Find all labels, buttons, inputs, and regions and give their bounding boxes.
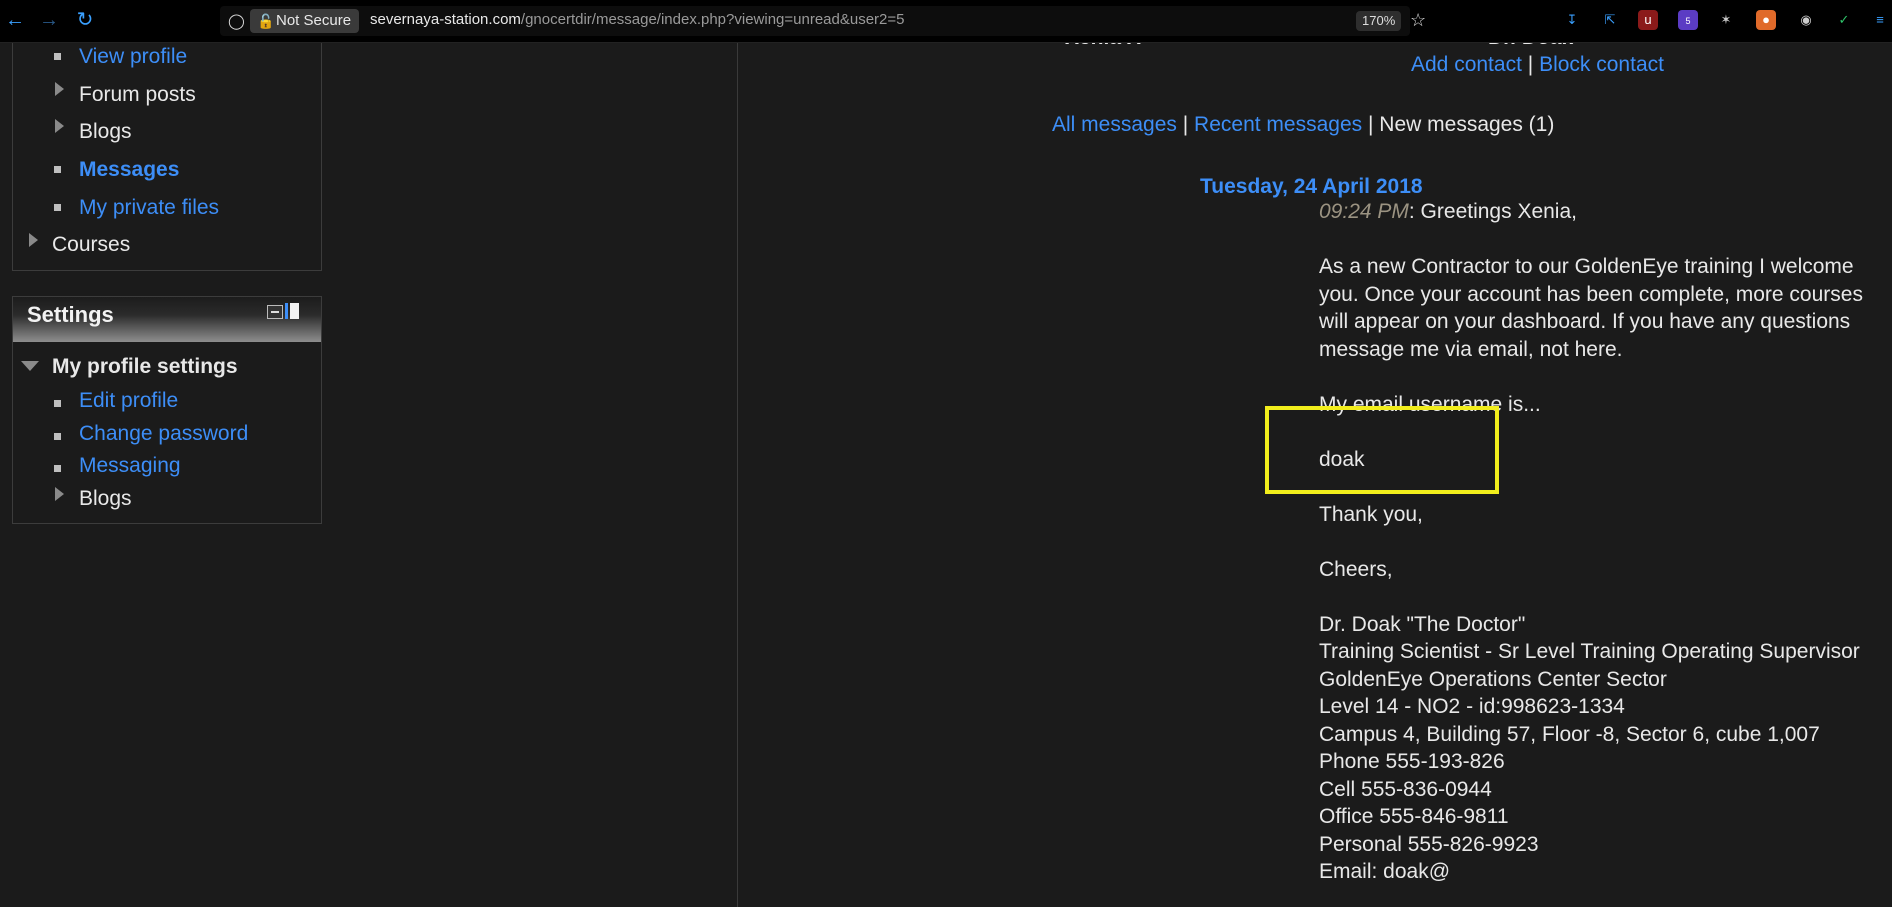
signature-line: Personal 555-826-9923 [1319,832,1539,856]
tracking-shield-icon[interactable]: ◯ [228,12,245,30]
bullet-icon [54,433,61,440]
message-body: 09:24 PM: Greetings Xenia, As a new Cont… [1319,198,1889,886]
reload-icon[interactable]: ↻ [74,9,96,31]
signature-line: Cell 555-836-0944 [1319,777,1492,801]
menu-icon[interactable]: ≡ [1870,10,1890,30]
puzzle-icon[interactable]: ✶ [1716,10,1736,30]
extension-badge-icon[interactable]: 5 [1678,10,1698,30]
ublock-icon[interactable]: u [1638,10,1658,30]
url-text[interactable]: severnaya-station.com/gnocertdir/message… [370,11,905,28]
fox-extension-icon[interactable]: ● [1756,10,1776,30]
collapse-arrow-icon[interactable] [21,361,39,371]
security-label: Not Secure [276,12,352,29]
bullet-icon [54,400,61,407]
message-greeting: : Greetings Xenia, [1408,200,1577,223]
expand-arrow-icon[interactable] [55,119,64,133]
expand-arrow-icon[interactable] [55,82,64,96]
column-divider [737,42,738,907]
nav-my-private-files[interactable]: My private files [79,196,219,220]
signature-line: Dr. Doak "The Doctor" [1319,612,1526,636]
download-icon[interactable]: ↧ [1562,10,1582,30]
signature-line: Campus 4, Building 57, Floor -8, Sector … [1319,722,1820,746]
my-profile-settings-heading[interactable]: My profile settings [52,355,238,379]
settings-block: Settings My profile settings Edit profil… [12,296,322,524]
address-bar[interactable]: ◯ 🔓 Not Secure severnaya-station.com/gno… [220,6,1426,36]
recent-messages-link[interactable]: Recent messages [1194,113,1362,136]
security-indicator[interactable]: 🔓 Not Secure [250,9,360,33]
bullet-icon [54,465,61,472]
mask-icon[interactable]: ◉ [1796,10,1816,30]
nav-courses[interactable]: Courses [52,233,130,257]
shield-check-icon[interactable]: ✓ [1834,10,1854,30]
settings-blogs[interactable]: Blogs [79,487,132,511]
navigation-block: View profile Forum posts Blogs Messages … [12,30,322,271]
expand-arrow-icon[interactable] [55,487,64,501]
url-path: /gnocertdir/message/index.php?viewing=un… [520,11,905,28]
all-messages-link[interactable]: All messages [1052,113,1177,136]
bookmark-star-icon[interactable]: ☆ [1410,10,1426,31]
expand-arrow-icon[interactable] [29,233,38,247]
separator: | [1527,53,1534,76]
signature-line: Level 14 - NO2 - id:998623-1334 [1319,695,1625,718]
separator: | [1367,113,1374,136]
signature-line: Office 555-846-9811 [1319,805,1509,828]
contact-actions: Add contact | Block contact [1411,53,1664,77]
dock-block-icon[interactable] [285,303,301,319]
message-paragraph: As a new Contractor to our GoldenEye tra… [1319,255,1863,361]
extension-badge-count: 5 [1685,16,1691,26]
share-icon[interactable]: ⇱ [1600,10,1620,30]
message-filters: All messages | Recent messages | New mes… [1052,113,1554,137]
nav-blogs[interactable]: Blogs [79,120,132,144]
forward-arrow-icon[interactable]: → [38,9,60,31]
add-contact-link[interactable]: Add contact [1411,53,1522,76]
settings-change-password[interactable]: Change password [79,422,248,446]
separator: | [1182,113,1189,136]
message-thanks: Thank you, [1319,502,1423,526]
settings-header: Settings [13,297,321,342]
signature-line: Phone 555-193-826 [1319,750,1505,773]
lock-icon: 🔓 [257,13,275,29]
message-cheers: Cheers, [1319,557,1393,581]
settings-edit-profile[interactable]: Edit profile [79,389,178,413]
bullet-icon [54,204,61,211]
signature-line: Training Scientist - Sr Level Training O… [1319,640,1860,663]
nav-forum-posts[interactable]: Forum posts [79,83,196,107]
signature-line: GoldenEye Operations Center Sector [1319,667,1667,691]
browser-toolbar-front: ← → ↻ ◯ 🔓 Not Secure severnaya-station.c… [0,0,1892,43]
message-date: Tuesday, 24 April 2018 [1200,175,1423,198]
nav-messages[interactable]: Messages [79,158,179,182]
zoom-level[interactable]: 170% [1356,11,1402,31]
settings-messaging[interactable]: Messaging [79,454,181,478]
settings-title: Settings [27,302,114,327]
bullet-icon [54,166,61,173]
signature-line: Email: doak@ [1319,860,1451,883]
nav-view-profile[interactable]: View profile [79,45,187,69]
new-messages-label: New messages (1) [1379,113,1555,136]
url-host: severnaya-station.com [370,11,521,28]
highlight-annotation-box [1265,406,1499,494]
message-time: 09:24 PM [1319,200,1409,223]
bullet-icon [54,53,61,60]
back-arrow-icon[interactable]: ← [4,9,26,31]
block-contact-link[interactable]: Block contact [1539,53,1664,76]
minimize-block-icon[interactable] [267,305,283,319]
